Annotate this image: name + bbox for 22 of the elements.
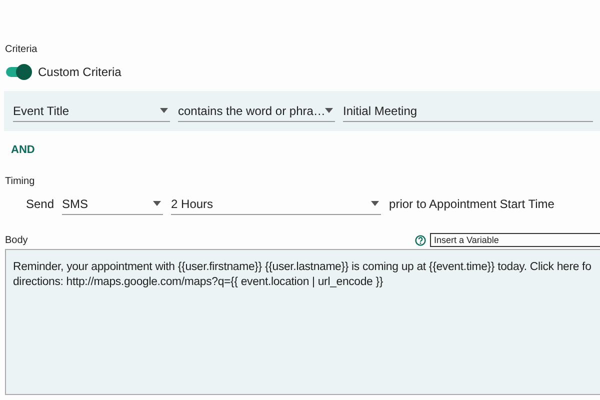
joiner-label: AND (10, 143, 36, 156)
section-label: Timing (4, 176, 36, 187)
message-textarea[interactable]: Reminder, your appointment with {{user.firstname}} {{user.lastname}} is coming up at {{event.time}} today. Click here fo directions: http://maps.google.com/maps?q={{ event.location | url_encode }} (5, 249, 600, 395)
timing-suffix: prior to Appointment Start Time (389, 197, 554, 211)
message-text: directions: http://maps.google.com/maps?q={{ event.location | url_encode }} (13, 275, 384, 290)
message-text: Reminder, your appointment with {{user.firstname}} {{user.lastname}} is coming up at {{event.time}} today. Click here fo (13, 260, 592, 275)
caret-icon (325, 108, 334, 113)
caret-icon (160, 108, 168, 113)
field-dropdown[interactable]: Event Title (13, 100, 170, 122)
section-label: Body (4, 234, 28, 246)
toggle-switch[interactable] (6, 67, 30, 77)
offset-dropdown[interactable]: 2 Hours (171, 193, 382, 215)
section-label: Criteria (4, 44, 38, 55)
channel-dropdown[interactable]: SMS (62, 193, 164, 215)
caret-icon (153, 201, 162, 206)
operator-dropdown[interactable]: contains the word or phra… (178, 100, 335, 122)
caret-icon (371, 201, 380, 206)
toggle-label: Custom Criteria (38, 65, 122, 79)
send-label: Send (26, 197, 54, 211)
value-input[interactable]: Initial Meeting (343, 100, 593, 122)
variable-dropdown[interactable]: Insert a Variable (430, 233, 600, 247)
help-icon[interactable] (415, 234, 426, 246)
